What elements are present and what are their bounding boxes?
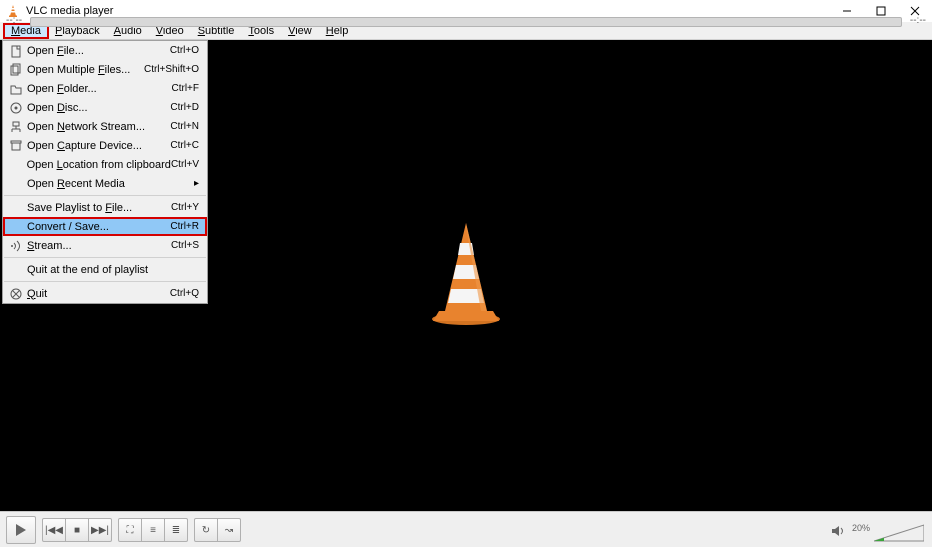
menu-item-shortcut: Ctrl+V	[171, 159, 207, 170]
menu-item-label: Open Multiple Files...	[25, 64, 144, 76]
menu-item-label: Stream...	[25, 240, 171, 252]
menu-item-label: Open Capture Device...	[25, 140, 170, 152]
menu-item-quit[interactable]: QuitCtrl+Q	[3, 284, 207, 303]
seek-bar[interactable]	[30, 17, 902, 27]
menu-item-label: Open Location from clipboard	[25, 159, 171, 171]
menu-item-open-disc[interactable]: Open Disc...Ctrl+D	[3, 98, 207, 117]
controls-bar: |◀◀ ■ ▶▶| ⛶ ≡ ≣ ↻ ↝ 20%	[0, 511, 932, 547]
play-button[interactable]	[6, 516, 36, 544]
volume-slider[interactable]	[874, 523, 924, 543]
menu-item-open-location-from-clipboard[interactable]: Open Location from clipboardCtrl+V	[3, 155, 207, 174]
menu-item-quit-at-the-end-of-playlist[interactable]: Quit at the end of playlist	[3, 260, 207, 279]
menu-item-shortcut: Ctrl+F	[172, 83, 208, 94]
menu-item-label: Save Playlist to File...	[25, 202, 171, 214]
quit-icon	[7, 287, 25, 301]
time-total: --:--	[910, 15, 926, 26]
menu-item-shortcut: Ctrl+Shift+O	[144, 64, 207, 75]
menu-item-open-recent-media[interactable]: Open Recent Media▸	[3, 174, 207, 193]
menu-item-label: Quit	[25, 288, 170, 300]
menu-item-label: Open File...	[25, 45, 170, 57]
volume-percent: 20%	[852, 523, 870, 533]
time-elapsed: --:--	[6, 15, 22, 26]
menu-item-shortcut: Ctrl+R	[170, 221, 207, 232]
files-icon	[7, 63, 25, 77]
stop-button[interactable]: ■	[65, 518, 89, 542]
capture-icon	[7, 139, 25, 153]
menu-item-label: Convert / Save...	[25, 221, 170, 233]
previous-button[interactable]: |◀◀	[42, 518, 66, 542]
media-menu-dropdown: Open File...Ctrl+OOpen Multiple Files...…	[2, 40, 208, 304]
window-title: VLC media player	[26, 5, 113, 17]
menu-item-label: Open Disc...	[25, 102, 170, 114]
extended-settings-button[interactable]: ≡	[141, 518, 165, 542]
network-icon	[7, 120, 25, 134]
next-button[interactable]: ▶▶|	[88, 518, 112, 542]
disc-icon	[7, 101, 25, 115]
menu-item-shortcut: Ctrl+Q	[170, 288, 207, 299]
vlc-cone-icon	[421, 221, 511, 331]
menu-item-label: Open Network Stream...	[25, 121, 170, 133]
file-icon	[7, 44, 25, 58]
menu-item-open-file[interactable]: Open File...Ctrl+O	[3, 41, 207, 60]
menu-separator	[4, 195, 206, 196]
menu-item-shortcut: Ctrl+N	[170, 121, 207, 132]
menu-item-open-network-stream[interactable]: Open Network Stream...Ctrl+N	[3, 117, 207, 136]
menu-item-open-capture-device[interactable]: Open Capture Device...Ctrl+C	[3, 136, 207, 155]
fullscreen-button[interactable]: ⛶	[118, 518, 142, 542]
menu-item-open-multiple-files[interactable]: Open Multiple Files...Ctrl+Shift+O	[3, 60, 207, 79]
menu-item-shortcut: ▸	[194, 178, 207, 189]
stream-icon	[7, 239, 25, 253]
menu-item-shortcut: Ctrl+O	[170, 45, 207, 56]
menu-item-shortcut: Ctrl+C	[170, 140, 207, 151]
menu-item-label: Quit at the end of playlist	[25, 264, 199, 276]
menu-separator	[4, 257, 206, 258]
random-button[interactable]: ↝	[217, 518, 241, 542]
menu-item-open-folder[interactable]: Open Folder...Ctrl+F	[3, 79, 207, 98]
mute-button[interactable]	[830, 523, 848, 541]
menu-item-convert-save[interactable]: Convert / Save...Ctrl+R	[3, 217, 207, 236]
menu-item-save-playlist-to-file[interactable]: Save Playlist to File...Ctrl+Y	[3, 198, 207, 217]
folder-icon	[7, 82, 25, 96]
menu-item-shortcut: Ctrl+Y	[171, 202, 207, 213]
menu-item-shortcut: Ctrl+D	[170, 102, 207, 113]
menu-item-label: Open Recent Media	[25, 178, 194, 190]
video-area: Open File...Ctrl+OOpen Multiple Files...…	[0, 40, 932, 511]
menu-item-shortcut: Ctrl+S	[171, 240, 207, 251]
playlist-button[interactable]: ≣	[164, 518, 188, 542]
loop-button[interactable]: ↻	[194, 518, 218, 542]
menu-item-stream[interactable]: Stream...Ctrl+S	[3, 236, 207, 255]
menu-separator	[4, 281, 206, 282]
menu-item-label: Open Folder...	[25, 83, 172, 95]
